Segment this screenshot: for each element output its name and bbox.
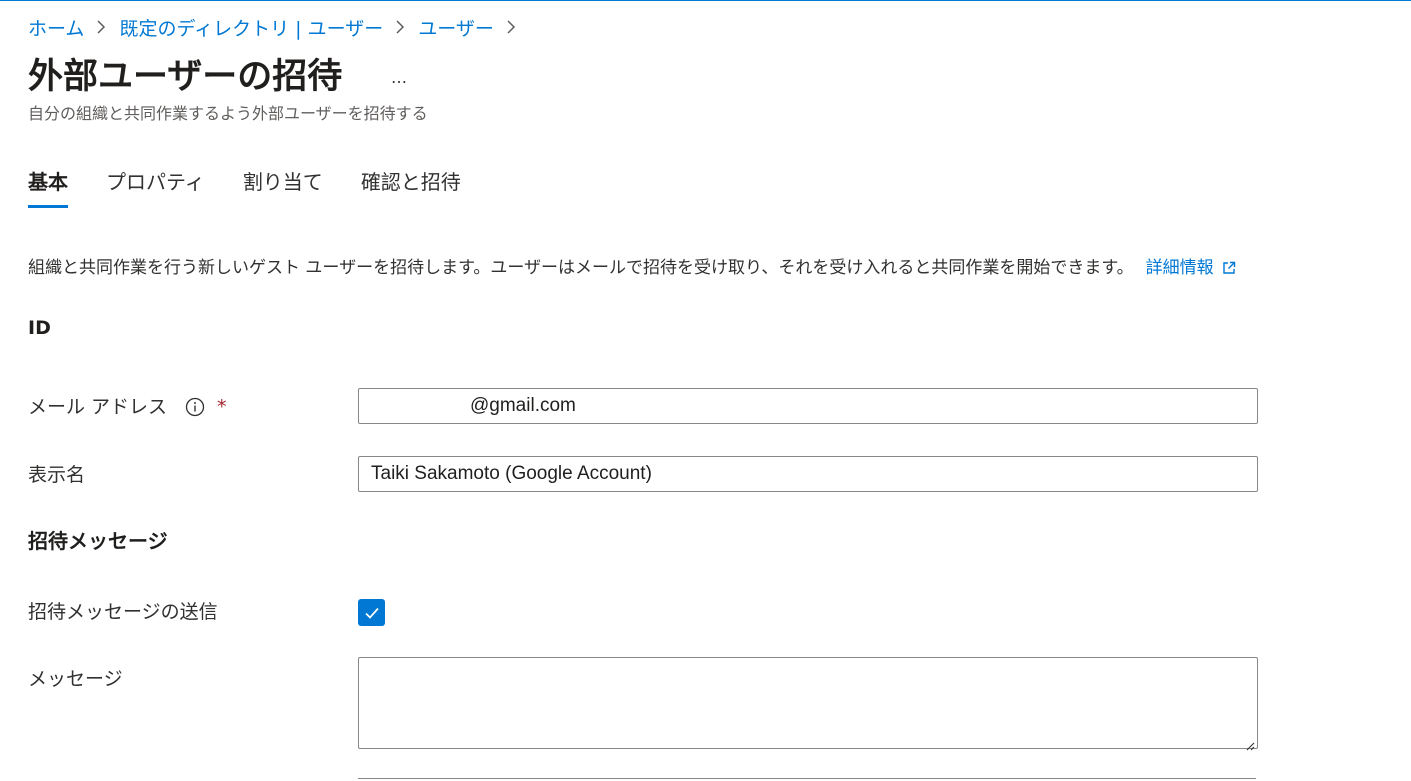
email-value: @gmail.com: [470, 395, 576, 416]
tab-bar: 基本 プロパティ 割り当て 確認と招待: [28, 166, 499, 210]
identity-heading: ID: [28, 317, 51, 339]
info-icon[interactable]: [185, 397, 205, 417]
display-name-label: 表示名: [28, 464, 86, 486]
message-textarea[interactable]: [358, 657, 1258, 751]
active-tab-indicator: [28, 205, 68, 208]
tab-label: 確認と招待: [360, 170, 461, 194]
learn-more-link[interactable]: 詳細情報: [1146, 255, 1236, 281]
send-invite-label: 招待メッセージの送信: [28, 601, 218, 623]
tab-properties[interactable]: プロパティ: [106, 166, 205, 210]
tab-label: 基本: [28, 170, 68, 194]
resize-grip-icon[interactable]: [1245, 736, 1255, 751]
breadcrumb-users[interactable]: ユーザー: [418, 14, 494, 41]
breadcrumb-home[interactable]: ホーム: [28, 14, 84, 41]
display-name-field[interactable]: Taiki Sakamoto (Google Account): [358, 456, 1258, 492]
tab-basics[interactable]: 基本: [28, 166, 68, 210]
chevron-right-icon: [506, 19, 516, 35]
page-subtitle: 自分の組織と共同作業するよう外部ユーザーを招待する: [28, 104, 428, 123]
chevron-right-icon: [395, 19, 405, 35]
tab-label: プロパティ: [106, 170, 205, 194]
checkmark-icon: [363, 604, 381, 622]
learn-more-label: 詳細情報: [1145, 258, 1214, 278]
breadcrumb: ホーム 既定のディレクトリ | ユーザー ユーザー: [28, 14, 529, 40]
tab-label: 割り当て: [242, 170, 323, 194]
breadcrumb-directory-users[interactable]: 既定のディレクトリ | ユーザー: [119, 14, 383, 41]
intro-text: 組織と共同作業を行う新しいゲスト ユーザーを招待します。ユーザーはメールで招待を…: [28, 258, 1134, 278]
tab-assignments[interactable]: 割り当て: [243, 166, 323, 210]
page-title: 外部ユーザーの招待: [28, 57, 343, 97]
external-link-icon: [1222, 261, 1236, 275]
email-label-row: メール アドレス *: [28, 393, 227, 421]
more-options-button[interactable]: …: [386, 64, 412, 90]
email-field[interactable]: @gmail.com: [358, 388, 1258, 424]
invitation-heading: 招待メッセージ: [28, 529, 168, 553]
tab-review-invite[interactable]: 確認と招待: [361, 166, 461, 210]
top-accent-line: [0, 0, 1411, 1]
email-label: メール アドレス: [28, 396, 168, 418]
required-indicator: *: [217, 396, 227, 418]
intro-paragraph: 組織と共同作業を行う新しいゲスト ユーザーを招待します。ユーザーはメールで招待を…: [28, 255, 1236, 281]
display-name-value: Taiki Sakamoto (Google Account): [371, 463, 652, 484]
send-invite-checkbox[interactable]: [358, 599, 385, 626]
chevron-right-icon: [96, 19, 106, 35]
message-label: メッセージ: [28, 668, 123, 690]
